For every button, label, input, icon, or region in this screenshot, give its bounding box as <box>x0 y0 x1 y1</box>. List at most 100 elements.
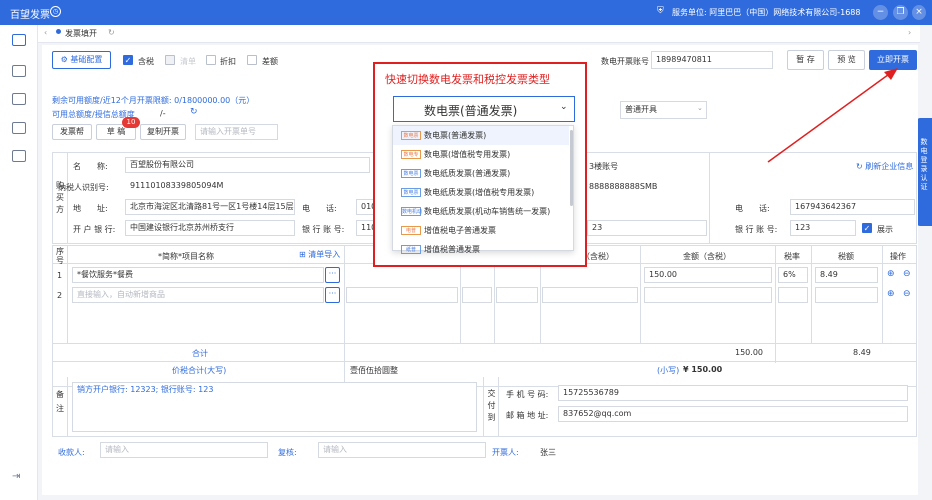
close-icon[interactable]: × <box>912 5 926 20</box>
invoice-type-select[interactable]: 数电票(普通发票) ⌄ <box>393 96 575 122</box>
row2-add-icon[interactable]: ⊕ <box>887 289 895 299</box>
row2-price-input[interactable] <box>542 287 638 303</box>
difference-checkbox[interactable] <box>247 55 257 65</box>
payee-label: 收款人: <box>58 448 85 457</box>
buyer-taxid-input[interactable]: 91110108339805094M <box>125 178 370 194</box>
remark-divider <box>67 377 68 437</box>
reviewer-input[interactable]: 请输入 <box>318 442 486 458</box>
total-small-value: ¥ 150.00 <box>683 365 723 374</box>
row2-rate-select[interactable] <box>778 287 808 303</box>
row2-tax-input[interactable] <box>815 287 878 303</box>
discount-checkbox[interactable] <box>206 55 216 65</box>
invoice-type-chevron-icon: ⌄ <box>560 102 568 112</box>
row2-qty-input[interactable] <box>496 287 538 303</box>
clear-label: 清单 <box>180 57 196 66</box>
dropdown-option-label: 数电纸质发票(增值税专用发票) <box>424 188 535 197</box>
quota-refresh-icon[interactable]: ↻ <box>190 107 198 117</box>
dropdown-option[interactable]: 数电票 数电票(普通发票) <box>393 126 569 145</box>
col-line-rate <box>811 245 812 343</box>
dropdown-option-label: 增值税电子普通发票 <box>424 226 496 235</box>
dropdown-option-label: 数电票(增值税专用发票) <box>424 150 511 159</box>
service-unit: 服务单位: 阿里巴巴（中国）网络技术有限公司-1688 <box>672 8 861 17</box>
row2-unit-input[interactable] <box>462 287 492 303</box>
row2-name-input[interactable]: 直接输入，自动新增商品 <box>72 287 324 303</box>
refresh-icon[interactable]: ↻ <box>108 28 115 37</box>
invoice-type-selected: 数电票(普通发票) <box>424 104 518 118</box>
seller-divider <box>709 152 710 244</box>
issue-type-chevron-icon: ⌄ <box>697 104 703 112</box>
payee-input[interactable]: 请输入 <box>100 442 268 458</box>
dropdown-option[interactable]: 纸普 增值税普通发票 <box>393 240 569 259</box>
basic-config-label: 基础配置 <box>70 55 103 64</box>
clock-icon[interactable]: ◷ <box>50 6 61 17</box>
buyer-bank-label: 开 户 银 行: <box>73 225 116 234</box>
row1-rate-select[interactable]: 6% <box>778 267 808 283</box>
minimize-icon[interactable]: − <box>873 5 888 20</box>
delivery-phone-input[interactable]: 15725536789 <box>558 385 908 401</box>
row2-amount-input[interactable] <box>644 287 772 303</box>
invoice-icon[interactable] <box>12 34 26 46</box>
dropdown-option[interactable]: 数电票 数电纸质发票(普通发票) <box>393 164 569 183</box>
chevron-left-icon[interactable]: ‹ <box>44 28 47 37</box>
shield-icon: ⛨ <box>657 6 664 16</box>
tab-invoice-fill[interactable]: 发票填开 <box>65 28 97 39</box>
clear-checkbox[interactable] <box>165 55 175 65</box>
basic-config-button[interactable]: ⚙ 基础配置 <box>52 51 111 69</box>
row1-add-icon[interactable]: ⊕ <box>887 269 895 279</box>
buyer-phone-label: 电 话: <box>302 204 337 213</box>
invoice-helper-button[interactable]: 发票帮 <box>52 124 92 140</box>
header-name: *简称*项目名称 <box>158 252 214 261</box>
restore-icon[interactable]: ❐ <box>893 5 908 20</box>
copy-invoice-button[interactable]: 复制开票 <box>140 124 186 140</box>
row2-spec-input[interactable] <box>346 287 458 303</box>
header-ops: 操作 <box>890 252 906 261</box>
dropdown-option[interactable]: 数电专 数电票(增值税专用发票) <box>393 145 569 164</box>
seller-bank-fragment[interactable]: 23 <box>587 220 707 236</box>
buyer-address-input[interactable]: 北京市海淀区北清路81号一区1号楼14层15层 <box>125 199 295 215</box>
dropdown-scrollbar[interactable] <box>570 130 573 206</box>
seller-col-label: 3楼账号 <box>589 162 619 171</box>
tax-included-checkbox[interactable]: ✓ <box>123 55 133 65</box>
buyer-bank-input[interactable]: 中国建设银行北京苏州桥支行 <box>125 220 295 236</box>
document-icon[interactable] <box>12 122 26 134</box>
row1-seq: 1 <box>57 271 63 280</box>
remark-textarea[interactable]: 销方开户银行: 12323; 银行账号: 123 <box>72 382 477 432</box>
monitor-icon[interactable] <box>12 93 26 105</box>
row1-tax-input[interactable]: 8.49 <box>815 267 878 283</box>
row1-amount-input[interactable]: 150.00 <box>644 267 772 283</box>
row1-name-input[interactable]: *餐饮服务*餐费 <box>72 267 324 283</box>
buyer-name-input[interactable]: 百望股份有限公司 <box>125 157 370 173</box>
order-number-input[interactable]: 请输入开票单号 <box>195 124 278 140</box>
col-line-seq <box>67 245 68 343</box>
total-label: 合计 <box>192 349 208 358</box>
dropdown-option[interactable]: 数电票 数电纸质发票(增值税专用发票) <box>393 183 569 202</box>
invoice-type-tag-icon: 数电机动 <box>401 207 423 216</box>
issue-type-select[interactable]: 普通开具 <box>620 101 707 119</box>
show-checkbox[interactable]: ✓ <box>862 223 872 233</box>
account-select[interactable]: 18989470811 <box>651 51 773 69</box>
seller-bank-account-input[interactable]: 123 <box>790 220 856 236</box>
import-list-link[interactable]: ⊞ 清单导入 <box>299 249 340 260</box>
total-in-words: 壹佰伍拾圆整 <box>350 366 398 375</box>
list-icon[interactable] <box>12 150 26 162</box>
dropdown-option[interactable]: 电普 增值税电子普通发票 <box>393 221 569 240</box>
dropdown-option[interactable]: 数电机动 数电纸质发票(机动车销售统一发票) <box>393 202 569 221</box>
invoice-type-tag-icon: 数电票 <box>401 169 421 178</box>
invoice-type-tag-icon: 电普 <box>401 226 421 235</box>
expand-icon[interactable]: ⇥ <box>12 471 20 482</box>
float-tab-label: 数电登录认证 <box>920 138 928 191</box>
image-icon[interactable] <box>12 65 26 77</box>
row1-remove-icon[interactable]: ⊖ <box>903 269 911 279</box>
row1-more-button[interactable]: ··· <box>325 267 340 283</box>
delivery-email-input[interactable]: 837652@qq.com <box>558 406 908 422</box>
col-line-name <box>344 245 345 387</box>
row2-remove-icon[interactable]: ⊖ <box>903 289 911 299</box>
buyer-taxid-label: 纳税人识别号: <box>58 183 109 192</box>
total-tax: 8.49 <box>853 348 871 357</box>
import-list-label: 清单导入 <box>308 250 341 259</box>
seller-phone-input[interactable]: 167943642367 <box>790 199 915 215</box>
chevron-right-icon[interactable]: › <box>908 28 911 37</box>
row2-more-button[interactable]: ··· <box>325 287 340 303</box>
right-float-tab[interactable]: 数电登录认证 <box>917 118 932 226</box>
seller-bank-account-label: 银 行 账 号: <box>735 225 778 234</box>
